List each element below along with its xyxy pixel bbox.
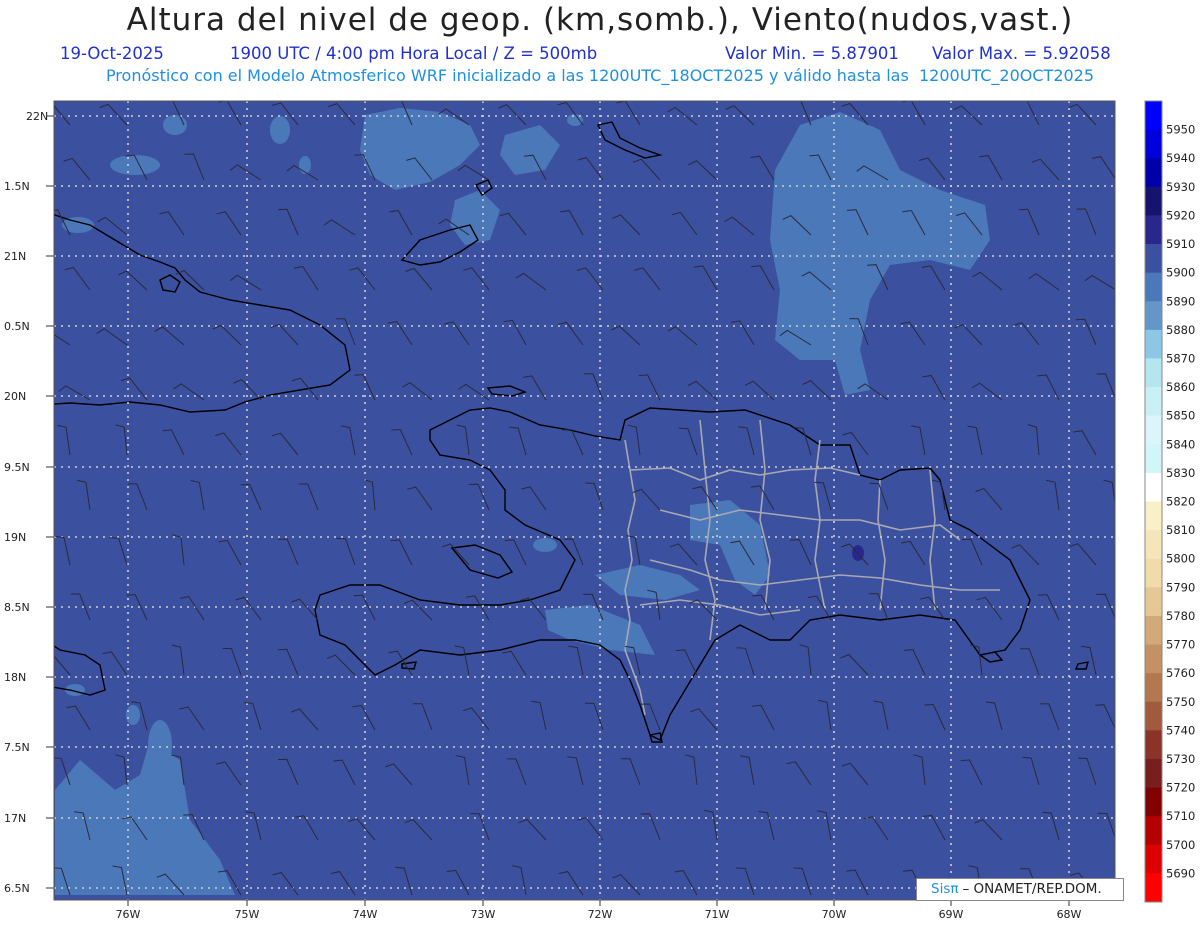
shade-spot-10 [126,705,140,725]
lat-label: 18N [4,671,26,684]
colorbar-label: 5730 [1166,752,1195,766]
lon-label: 73W [471,908,496,921]
colorbar-swatch [1145,158,1162,188]
colorbar-swatch [1145,472,1162,502]
colorbar-label: 5830 [1166,466,1195,480]
colorbar-label: 5700 [1166,838,1195,852]
colorbar-swatch [1145,873,1162,903]
colorbar-swatch [1145,615,1162,646]
lat-label: 20N [4,390,26,403]
colorbar-swatch [1145,301,1162,331]
brand-label: Sisπ [931,881,959,897]
colorbar-label: 5780 [1166,609,1195,623]
colorbar-label: 5750 [1166,695,1195,709]
colorbar-label: 5940 [1166,151,1195,165]
colorbar-swatch [1145,730,1162,760]
colorbar-label: 5850 [1166,409,1195,423]
colorbar-label: 5900 [1166,266,1195,280]
colorbar-swatch [1145,244,1162,274]
lat-label: 8.5N [4,601,30,614]
org-label: – ONAMET/REP.DOM. [962,881,1102,897]
lat-axis: 22N 1.5N 21N 0.5N 20N 9.5N 19N 8.5N 18N … [4,110,54,895]
colorbar-label: 5890 [1166,294,1195,308]
colorbar-swatch [1145,186,1162,216]
shade-spot-7 [533,538,557,552]
colorbar-swatch [1145,444,1162,474]
colorbar-label: 5710 [1166,809,1195,823]
colorbar-label: 5880 [1166,323,1195,337]
colorbar-swatch [1145,558,1162,588]
colorbar-swatch [1145,644,1162,674]
geopotential-map: 22N 1.5N 21N 0.5N 20N 9.5N 19N 8.5N 18N … [4,100,1195,921]
colorbar-label: 5910 [1166,237,1195,251]
lat-label: 21N [4,250,26,263]
lat-label: 7.5N [4,741,30,754]
lat-label: 19N [4,531,26,544]
shade-spot-1 [163,115,187,135]
shade-spot-4 [270,116,290,144]
colorbar-label: 5790 [1166,580,1195,594]
colorbar-swatch [1145,758,1162,789]
lon-label: 76W [116,908,141,921]
colorbar-swatch [1145,787,1162,817]
colorbar-label: 5820 [1166,495,1195,509]
lon-axis: 76W 75W 74W 73W 72W 71W 70W 69W 68W [116,900,1082,921]
shade-spot-2 [110,155,160,175]
colorbar-swatch [1145,587,1162,617]
lon-label: 74W [353,908,378,921]
lat-label: 0.5N [4,320,30,333]
lat-label: 22N [26,110,48,123]
colorbar-label: 5740 [1166,723,1195,737]
colorbar-label: 5800 [1166,552,1195,566]
lon-label: 70W [822,908,847,921]
colorbar-label: 5920 [1166,208,1195,222]
lon-label: 71W [705,908,730,921]
colorbar-swatch [1145,272,1162,302]
colorbar-label: 5930 [1166,180,1195,194]
colorbar-swatch [1145,816,1162,846]
lon-label: 68W [1057,908,1082,921]
colorbar-swatch [1145,358,1162,388]
lon-label: 69W [939,908,964,921]
lat-label: 1.5N [4,180,30,193]
colorbar-swatch [1145,387,1162,417]
colorbar-label: 5870 [1166,352,1195,366]
colorbar-swatch [1145,415,1162,445]
colorbar: 5950 5940 5930 5920 5910 5900 5890 5880 5870 5860… [1144,100,1195,903]
shade-spot-6 [299,156,311,174]
lat-label: 6.5N [4,882,30,895]
colorbar-label: 5690 [1166,866,1195,880]
shade-spot-8 [148,720,172,770]
lon-label: 72W [588,908,613,921]
colorbar-label: 5720 [1166,781,1195,795]
colorbar-swatch [1145,215,1162,245]
credit-badge: Sisπ – ONAMET/REP.DOM. [916,878,1124,901]
lat-label: 9.5N [4,461,30,474]
colorbar-label: 5840 [1166,437,1195,451]
colorbar-swatch [1145,329,1162,359]
colorbar-label: 5770 [1166,638,1195,652]
colorbar-label: 5760 [1166,666,1195,680]
lon-label: 75W [235,908,260,921]
colorbar-label: 5860 [1166,380,1195,394]
colorbar-label: 5810 [1166,523,1195,537]
colorbar-swatch [1145,673,1162,703]
colorbar-swatch [1145,129,1162,159]
lat-label: 17N [4,812,26,825]
colorbar-swatch [1145,844,1162,874]
colorbar-label: 5950 [1166,123,1195,137]
colorbar-swatch [1145,701,1162,731]
colorbar-swatch [1145,101,1162,131]
colorbar-swatch [1145,530,1162,560]
colorbar-swatch [1145,501,1162,531]
